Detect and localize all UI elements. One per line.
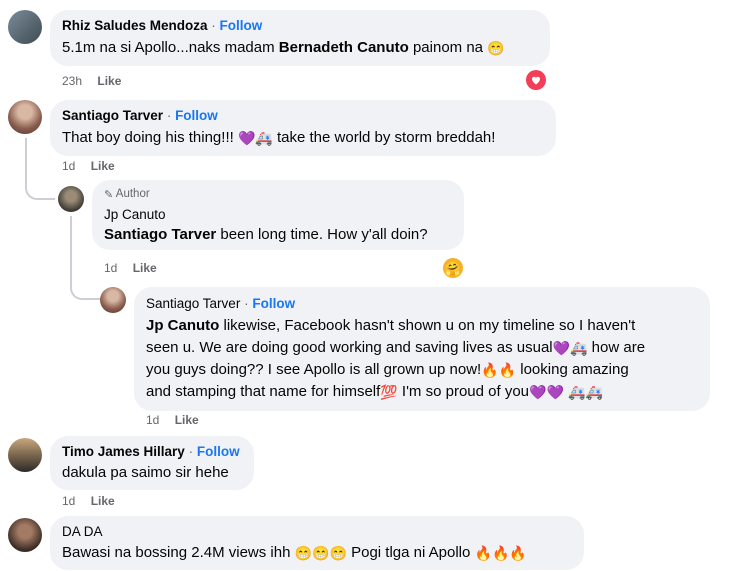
avatar[interactable] bbox=[100, 287, 126, 313]
reply-bubble: Santiago Tarver · Follow Jp Canuto likew… bbox=[134, 287, 710, 411]
comment-text-line: and stamping that name for himself💯 I'm … bbox=[146, 381, 603, 403]
avatar[interactable] bbox=[58, 186, 84, 212]
follow-button[interactable]: Follow bbox=[220, 18, 263, 33]
grin-emoji-icon: 😁 bbox=[294, 545, 313, 561]
comment-meta: 1d Like bbox=[104, 261, 157, 275]
comment-text-part: how are bbox=[587, 339, 646, 356]
comment-author[interactable]: Rhiz Saludes Mendoza bbox=[62, 18, 208, 33]
grin-emoji-icon: 😁 bbox=[312, 545, 330, 561]
like-button[interactable]: Like bbox=[97, 74, 121, 88]
avatar[interactable] bbox=[8, 100, 42, 134]
like-button[interactable]: Like bbox=[91, 159, 115, 173]
fire-emoji-icon: 🔥 bbox=[491, 545, 510, 561]
ambulance-emoji-icon: 🚑 bbox=[570, 340, 588, 356]
like-button[interactable]: Like bbox=[91, 494, 115, 508]
comment-text-part: 5.1m na si Apollo...naks madam bbox=[62, 39, 279, 56]
grin-emoji-icon: 😁 bbox=[329, 545, 347, 561]
ambulance-emoji-icon: 🚑 bbox=[568, 384, 586, 400]
comment-text-part: looking amazing bbox=[516, 361, 629, 378]
comment-text: Santiago Tarver been long time. How y'al… bbox=[104, 224, 428, 246]
separator-dot: · bbox=[211, 18, 220, 33]
author-badge-label: Author bbox=[115, 188, 150, 200]
comment-text-part: painom na bbox=[408, 39, 488, 56]
like-button[interactable]: Like bbox=[133, 261, 157, 275]
comment-author[interactable]: Jp Canuto bbox=[104, 207, 166, 222]
timestamp[interactable]: 1d bbox=[62, 494, 75, 508]
hug-reaction-icon[interactable]: 🤗 bbox=[443, 258, 463, 278]
comment-meta: 1d Like bbox=[62, 494, 115, 508]
comment-bubble: DA DA Bawasi na bossing 2.4M views ihh 😁… bbox=[50, 516, 584, 570]
mention-link[interactable]: Bernadeth Canuto bbox=[279, 39, 409, 56]
comment-text-part: I'm so proud of you bbox=[397, 383, 529, 400]
purple-heart-emoji-icon: 💜 bbox=[529, 384, 547, 400]
comment-text-line: seen u. We are doing good working and sa… bbox=[146, 337, 645, 359]
comment-meta: 23h Like bbox=[62, 74, 121, 88]
comment-text-line: Jp Canuto likewise, Facebook hasn't show… bbox=[146, 315, 635, 337]
avatar[interactable] bbox=[8, 518, 42, 552]
fire-emoji-icon: 🔥 bbox=[509, 545, 527, 561]
comment-text-line: you guys doing?? I see Apollo is all gro… bbox=[146, 359, 629, 381]
ambulance-emoji-icon: 🚑 bbox=[255, 130, 273, 146]
comment-text: dakula pa saimo sir hehe bbox=[62, 464, 229, 481]
comment-text-part: seen u. We are doing good working and sa… bbox=[146, 339, 553, 356]
thread-connector bbox=[70, 276, 100, 300]
purple-heart-emoji-icon: 💜 bbox=[237, 130, 256, 146]
author-badge: ✎ Author bbox=[104, 188, 150, 201]
avatar[interactable] bbox=[8, 10, 42, 44]
comment-text-part: That boy doing his thing!!! bbox=[62, 129, 238, 146]
pencil-icon: ✎ bbox=[104, 189, 114, 201]
timestamp[interactable]: 1d bbox=[146, 413, 159, 427]
comment-text-part: Pogi tlga ni Apollo bbox=[346, 544, 475, 561]
timestamp[interactable]: 1d bbox=[62, 159, 75, 173]
comment-text-part: and stamping that name for himself bbox=[146, 383, 381, 400]
comment-author[interactable]: DA DA bbox=[62, 524, 103, 539]
comment-text-part: been long time. How y'all doin? bbox=[216, 226, 428, 243]
comment-bubble: Timo James Hillary · Follow dakula pa sa… bbox=[50, 436, 254, 490]
purple-heart-emoji-icon: 💜 bbox=[552, 340, 571, 356]
timestamp[interactable]: 1d bbox=[104, 261, 117, 275]
separator-dot: · bbox=[166, 108, 176, 123]
fire-emoji-icon: 🔥 bbox=[481, 362, 499, 378]
thread-connector bbox=[25, 176, 55, 200]
comment-author[interactable]: Timo James Hillary bbox=[62, 444, 185, 459]
mention-link[interactable]: Santiago Tarver bbox=[104, 226, 216, 243]
avatar[interactable] bbox=[8, 438, 42, 472]
separator-dot: · bbox=[188, 444, 197, 459]
follow-button[interactable]: Follow bbox=[252, 296, 295, 311]
heart-reaction-icon[interactable] bbox=[526, 70, 546, 90]
comment-text-part: Bawasi na bossing 2.4M views ihh bbox=[62, 544, 295, 561]
grin-emoji-icon: 😁 bbox=[487, 40, 505, 56]
timestamp[interactable]: 23h bbox=[62, 74, 82, 88]
comment-text: That boy doing his thing!!! 💜🚑 take the … bbox=[62, 127, 495, 149]
comment-text: 5.1m na si Apollo...naks madam Bernadeth… bbox=[62, 37, 505, 59]
purple-heart-emoji-icon: 💜 bbox=[546, 384, 564, 400]
follow-button[interactable]: Follow bbox=[197, 444, 240, 459]
reply-bubble: ✎ Author Jp Canuto Santiago Tarver been … bbox=[92, 180, 464, 250]
comment-text-part: likewise, Facebook hasn't shown u on my … bbox=[219, 317, 636, 334]
comment-bubble: Rhiz Saludes Mendoza · Follow 5.1m na si… bbox=[50, 10, 550, 66]
ambulance-emoji-icon: 🚑 bbox=[585, 384, 603, 400]
follow-button[interactable]: Follow bbox=[175, 108, 218, 123]
fire-emoji-icon: 🔥 bbox=[498, 362, 517, 378]
fire-emoji-icon: 🔥 bbox=[474, 545, 492, 561]
comment-bubble: Santiago Tarver · Follow That boy doing … bbox=[50, 100, 556, 156]
comment-text: Bawasi na bossing 2.4M views ihh 😁😁😁 Pog… bbox=[62, 542, 527, 564]
comment-meta: 1d Like bbox=[146, 413, 199, 427]
like-button[interactable]: Like bbox=[175, 413, 199, 427]
comment-author[interactable]: Santiago Tarver bbox=[62, 108, 163, 123]
mention-link[interactable]: Jp Canuto bbox=[146, 317, 219, 334]
comment-text-part: take the world by storm breddah! bbox=[272, 129, 496, 146]
comment-author[interactable]: Santiago Tarver bbox=[146, 296, 240, 311]
hundred-points-emoji-icon: 💯 bbox=[380, 384, 398, 400]
comment-text-part: you guys doing?? I see Apollo is all gro… bbox=[146, 361, 482, 378]
comment-meta: 1d Like bbox=[62, 159, 115, 173]
